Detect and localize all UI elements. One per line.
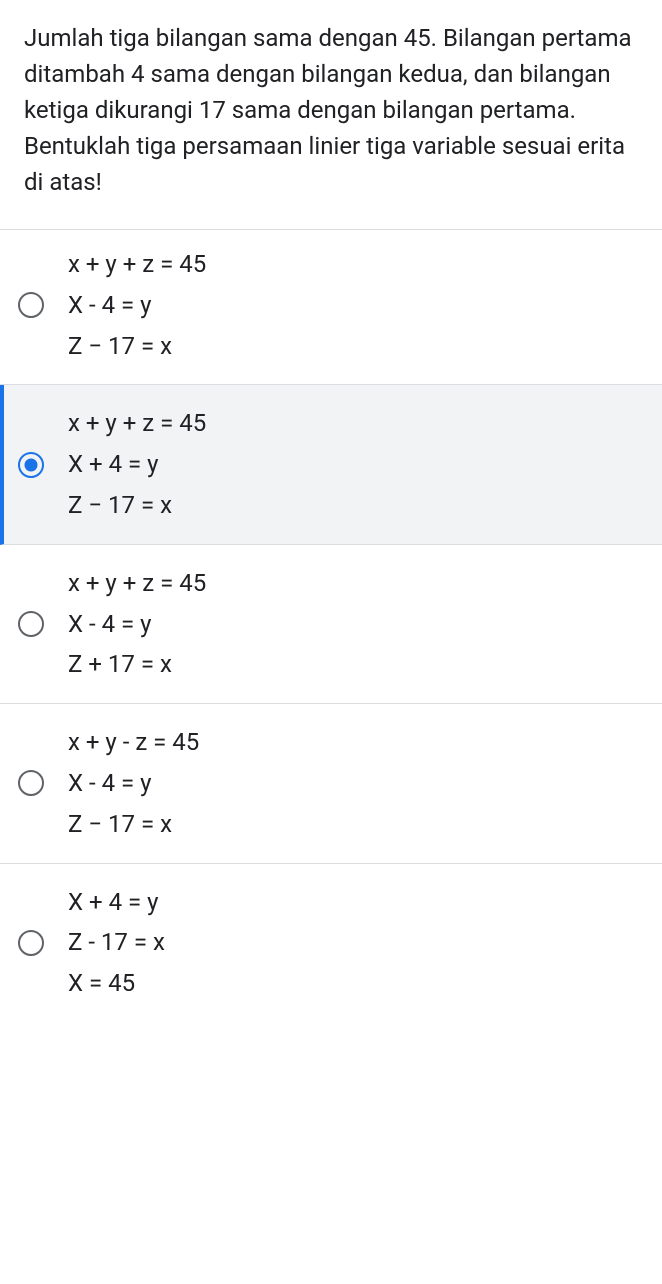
radio-checked-icon xyxy=(18,452,44,478)
options-container: x + y + z = 45 X - 4 = y Z − 17 = x x + … xyxy=(0,228,662,1022)
option-line: X = 45 xyxy=(68,963,165,1004)
option-line: x + y + z = 45 xyxy=(68,563,206,604)
option-4-lines: x + y - z = 45 X - 4 = y Z − 17 = x xyxy=(68,722,199,844)
option-3[interactable]: x + y + z = 45 X - 4 = y Z + 17 = x xyxy=(0,545,662,704)
radio-unchecked-icon xyxy=(18,611,44,637)
option-2-lines: x + y + z = 45 X + 4 = y Z − 17 = x xyxy=(68,403,206,525)
option-line: X - 4 = y xyxy=(68,285,206,326)
option-line: X - 4 = y xyxy=(68,604,206,645)
option-line: Z − 17 = x xyxy=(68,326,206,367)
question-text: Jumlah tiga bilangan sama dengan 45. Bil… xyxy=(0,0,662,228)
option-line: Z - 17 = x xyxy=(68,922,165,963)
option-3-lines: x + y + z = 45 X - 4 = y Z + 17 = x xyxy=(68,563,206,685)
option-line: X + 4 = y xyxy=(68,882,165,923)
option-line: x + y + z = 45 xyxy=(68,403,206,444)
option-line: Z − 17 = x xyxy=(68,485,206,526)
option-1-lines: x + y + z = 45 X - 4 = y Z − 17 = x xyxy=(68,244,206,366)
radio-unchecked-icon xyxy=(18,770,44,796)
option-1[interactable]: x + y + z = 45 X - 4 = y Z − 17 = x xyxy=(0,229,662,385)
option-line: Z + 17 = x xyxy=(68,644,206,685)
option-5-lines: X + 4 = y Z - 17 = x X = 45 xyxy=(68,882,165,1004)
radio-unchecked-icon xyxy=(18,930,44,956)
option-4[interactable]: x + y - z = 45 X - 4 = y Z − 17 = x xyxy=(0,704,662,863)
option-line: Z − 17 = x xyxy=(68,804,199,845)
option-line: x + y - z = 45 xyxy=(68,722,199,763)
option-line: x + y + z = 45 xyxy=(68,244,206,285)
radio-unchecked-icon xyxy=(18,292,44,318)
option-5[interactable]: X + 4 = y Z - 17 = x X = 45 xyxy=(0,864,662,1022)
option-2[interactable]: x + y + z = 45 X + 4 = y Z − 17 = x xyxy=(0,385,662,544)
option-line: X - 4 = y xyxy=(68,763,199,804)
option-line: X + 4 = y xyxy=(68,444,206,485)
